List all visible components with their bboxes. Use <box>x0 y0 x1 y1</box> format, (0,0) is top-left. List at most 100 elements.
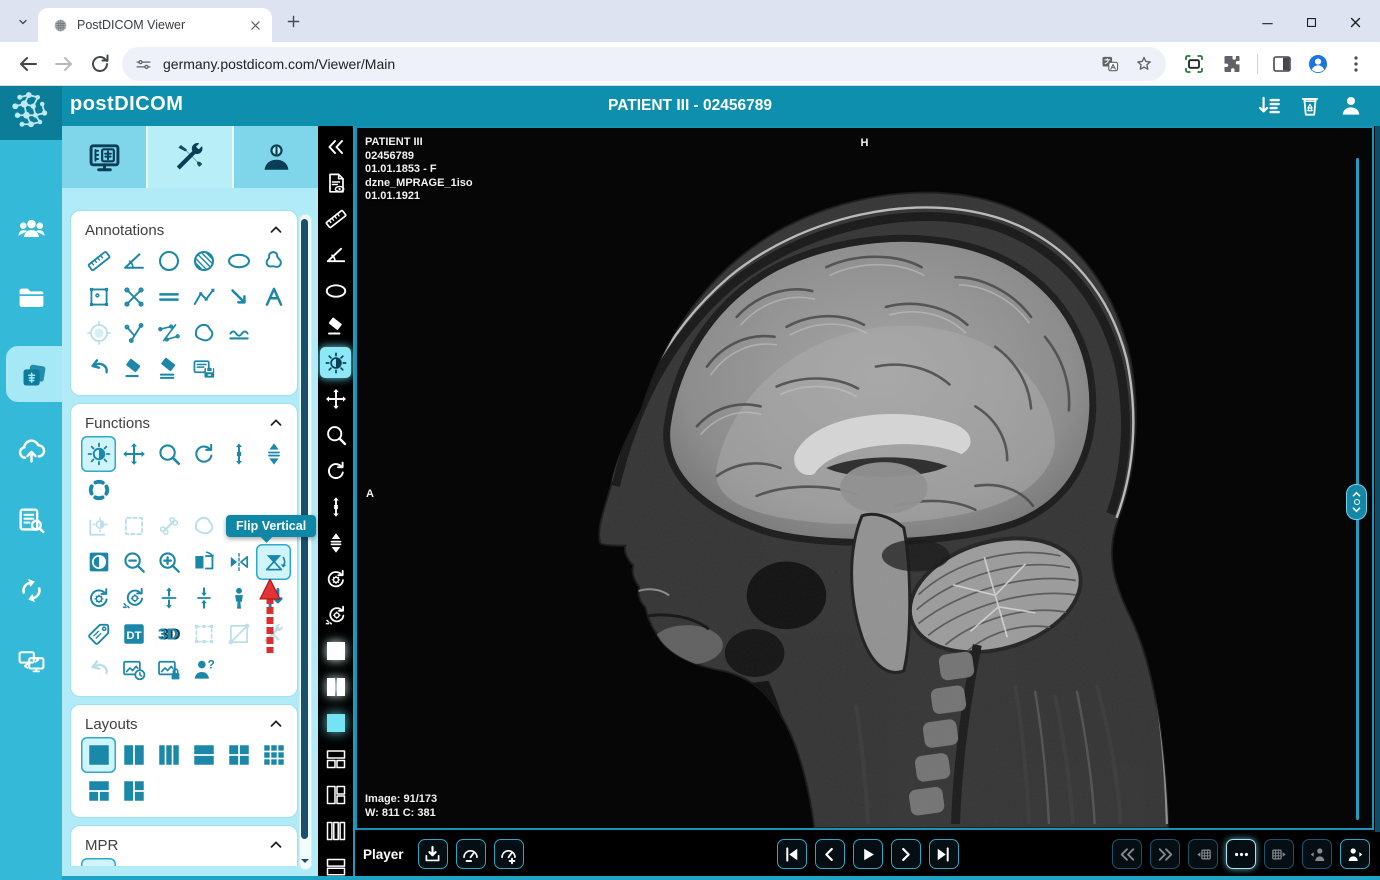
collapse-icon[interactable] <box>320 131 351 162</box>
stack-scroll-icon[interactable] <box>256 436 291 472</box>
zoom-in-icon[interactable] <box>151 544 186 580</box>
ellipse-icon[interactable] <box>221 243 256 279</box>
browser-menu-icon[interactable] <box>1344 52 1368 76</box>
site-settings-icon[interactable] <box>134 55 153 74</box>
expand-v-icon[interactable] <box>151 580 186 616</box>
arrow-se-icon[interactable] <box>221 279 256 315</box>
more-dots-icon[interactable] <box>1226 839 1256 869</box>
flip-h-icon[interactable] <box>221 544 256 580</box>
tab-search-button[interactable] <box>10 9 36 35</box>
layout-3col-o-icon[interactable] <box>320 815 351 846</box>
layout-2col-icon[interactable] <box>116 737 151 773</box>
crosshair-icon[interactable] <box>81 472 116 508</box>
scrollbar-down-arrow[interactable] <box>301 859 309 867</box>
folder-icon[interactable] <box>0 276 62 320</box>
list-search-icon[interactable] <box>0 498 62 542</box>
browser-tab[interactable]: PostDICOM Viewer <box>38 8 272 42</box>
circle-icon[interactable] <box>151 243 186 279</box>
recycle-bin-icon[interactable] <box>1297 93 1323 119</box>
threed-icon[interactable]: 3D 3D <box>151 616 186 652</box>
person-info-icon[interactable] <box>234 126 318 188</box>
cobb-angle-icon[interactable] <box>151 315 186 351</box>
translate-icon[interactable] <box>1100 54 1120 74</box>
play-tri-icon[interactable] <box>852 839 883 869</box>
eraser-icon[interactable] <box>116 351 151 387</box>
ellipse-icon[interactable] <box>320 275 351 306</box>
url-text[interactable]: germany.postdicom.com/Viewer/Main <box>163 56 1086 72</box>
users-group-icon[interactable] <box>0 206 62 250</box>
pan-icon[interactable] <box>116 436 151 472</box>
download-tray-icon[interactable] <box>417 839 448 869</box>
layout-1-2-o-icon[interactable] <box>320 743 351 774</box>
prev-ch-icon[interactable] <box>814 839 845 869</box>
flip-page-icon[interactable] <box>186 544 221 580</box>
tag-icon[interactable] <box>81 616 116 652</box>
freehand-icon[interactable] <box>256 243 291 279</box>
eraser-icon[interactable] <box>320 311 351 342</box>
window-level-icon[interactable] <box>81 436 116 472</box>
forward-button[interactable] <box>52 52 76 76</box>
layout-2row-icon[interactable] <box>186 737 221 773</box>
layout-1-2r-icon[interactable] <box>116 773 151 809</box>
layout-3x3-icon[interactable] <box>256 737 291 773</box>
screen-capture-icon[interactable] <box>1182 52 1206 76</box>
side-panel-icon[interactable] <box>1270 52 1294 76</box>
xray-stack-icon[interactable] <box>6 346 62 402</box>
stretch-v-icon[interactable] <box>221 436 256 472</box>
layout-1-icon[interactable] <box>320 707 351 738</box>
layout-2col-icon[interactable] <box>320 671 351 702</box>
new-tab-button[interactable] <box>284 12 303 31</box>
ruler-icon[interactable] <box>81 243 116 279</box>
monitor-medical-icon[interactable] <box>62 126 146 188</box>
window-level-icon[interactable] <box>320 347 351 378</box>
reload-button[interactable] <box>88 52 112 76</box>
tools-icon[interactable] <box>148 126 232 188</box>
next-ch-icon[interactable] <box>890 839 921 869</box>
collapse-section-icon[interactable] <box>267 221 285 239</box>
cine-auto-icon[interactable] <box>116 580 151 616</box>
sort-desc-icon[interactable] <box>1256 93 1282 119</box>
speed-plus-icon[interactable] <box>493 839 524 869</box>
window-maximize-button[interactable] <box>1298 9 1324 35</box>
circle-hatched-icon[interactable] <box>186 243 221 279</box>
window-minimize-button[interactable] <box>1254 9 1280 35</box>
person-question-icon[interactable]: ? <box>186 652 221 688</box>
angle-icon[interactable] <box>320 239 351 270</box>
image-lock-icon[interactable] <box>151 652 186 688</box>
dt-icon[interactable]: DT <box>116 616 151 652</box>
undo-icon[interactable] <box>81 351 116 387</box>
invert-icon[interactable] <box>81 544 116 580</box>
stack-scroll-icon[interactable] <box>320 527 351 558</box>
parallel-lines-icon[interactable] <box>151 279 186 315</box>
extensions-icon[interactable] <box>1220 52 1244 76</box>
closed-freehand-icon[interactable] <box>186 315 221 351</box>
skip-start-icon[interactable] <box>776 839 807 869</box>
layout-3col-icon[interactable] <box>151 737 186 773</box>
pan-icon[interactable] <box>320 383 351 414</box>
rotate-icon[interactable] <box>320 455 351 486</box>
zoom-icon[interactable] <box>151 436 186 472</box>
open-angle-icon[interactable] <box>116 315 151 351</box>
rect-points-icon[interactable] <box>81 279 116 315</box>
skip-end-icon[interactable] <box>928 839 959 869</box>
collapse-section-icon[interactable] <box>267 414 285 432</box>
layout-1-2-icon[interactable] <box>81 773 116 809</box>
ruler-icon[interactable] <box>320 203 351 234</box>
text-a-icon[interactable] <box>256 279 291 315</box>
stack-scroll-handle[interactable] <box>1346 484 1367 520</box>
zoom-icon[interactable] <box>320 419 351 450</box>
cross-measure-icon[interactable] <box>116 279 151 315</box>
profile-avatar[interactable] <box>1306 52 1330 76</box>
sync-arrows-icon[interactable] <box>0 568 62 612</box>
stretch-v-icon[interactable] <box>320 491 351 522</box>
wave-icon[interactable] <box>221 315 256 351</box>
flip-v-icon[interactable] <box>256 544 291 580</box>
user-solid-icon[interactable] <box>1338 93 1364 119</box>
zoom-out-icon[interactable] <box>116 544 151 580</box>
mpr-tile-icon[interactable] <box>81 858 116 866</box>
patient-next-icon[interactable] <box>1340 839 1370 869</box>
window-close-button[interactable] <box>1342 9 1368 35</box>
layout-1-icon[interactable] <box>320 635 351 666</box>
rotate-icon[interactable] <box>186 436 221 472</box>
collapse-section-icon[interactable] <box>267 836 285 854</box>
